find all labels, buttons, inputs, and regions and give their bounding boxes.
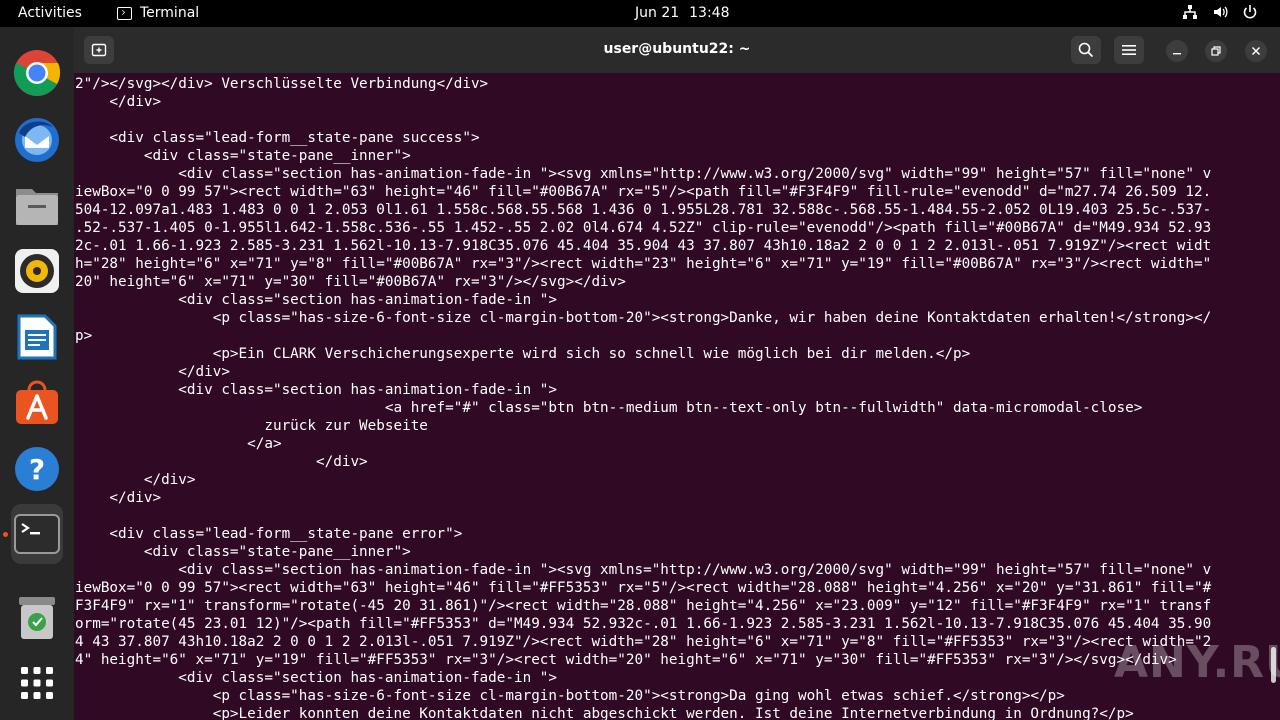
terminal-line: </div> xyxy=(75,472,196,488)
minimize-button[interactable] xyxy=(1166,40,1188,62)
terminal-line: 2c-.01 1.66-1.923 2.585-3.231 1.562l-10.… xyxy=(75,238,1212,254)
terminal-line: <div class="section has-animation-fade-i… xyxy=(75,670,558,686)
terminal-line: <div class="lead-form__state-pane succes… xyxy=(75,130,480,146)
terminal-line: <div class="state-pane__inner"> xyxy=(75,148,411,164)
dock-terminal[interactable] xyxy=(11,504,63,564)
terminal-line: zurück zur Webseite xyxy=(75,418,428,434)
terminal-line: <div class="section has-animation-fade-i… xyxy=(75,382,558,398)
app-name: Terminal xyxy=(140,5,200,21)
terminal-line: iewBox="0 0 99 57"><rect width="63" heig… xyxy=(75,184,1212,200)
rhythmbox-icon xyxy=(15,249,59,293)
close-icon xyxy=(1251,46,1261,56)
chrome-icon xyxy=(13,50,61,96)
terminal-text: 2"/></svg></div> Verschlüsselte Verbindu… xyxy=(75,75,1269,720)
terminal-line: p> xyxy=(75,328,93,344)
activities-button[interactable]: Activities xyxy=(18,5,82,21)
files-icon xyxy=(16,189,58,225)
terminal-line: 20" height="6" x="71" y="30" fill="#00B6… xyxy=(75,274,626,290)
terminal-line: <p class="has-size-6-font-size cl-margin… xyxy=(75,310,1212,326)
terminal-line: </div> xyxy=(75,364,230,380)
dock-files[interactable] xyxy=(11,179,63,231)
terminal-app-icon xyxy=(117,6,132,20)
hamburger-icon xyxy=(1122,45,1136,55)
terminal-line: <div class="lead-form__state-pane error"… xyxy=(75,526,463,542)
terminal-line: <div class="state-pane__inner"> xyxy=(75,544,411,560)
dock-chrome[interactable] xyxy=(11,47,63,99)
dock-writer[interactable] xyxy=(11,311,63,363)
title-bar[interactable]: user@ubuntu22: ~ xyxy=(74,27,1280,73)
terminal-line: iewBox="0 0 99 57"><rect width="63" heig… xyxy=(75,580,1212,596)
terminal-line: <p>Leider konnten deine Kontaktdaten nic… xyxy=(75,706,1134,720)
dock-thunderbird[interactable] xyxy=(11,113,63,165)
system-tray[interactable] xyxy=(1182,4,1258,20)
show-apps-icon xyxy=(21,667,53,699)
dock-show-apps[interactable] xyxy=(11,657,63,709)
terminal-line: <div class="section has-animation-fade-i… xyxy=(75,292,558,308)
terminal-line: <div class="section has-animation-fade-i… xyxy=(75,562,1212,578)
terminal-line: </div> xyxy=(75,490,162,506)
clock[interactable]: Jun 21 13:48 xyxy=(635,5,730,21)
maximize-button[interactable] xyxy=(1205,40,1227,62)
app-menu[interactable]: Terminal xyxy=(117,5,199,21)
terminal-line: 4" height="6" x="71" y="19" fill="#FF535… xyxy=(75,652,1177,668)
writer-icon xyxy=(17,314,57,360)
terminal-icon xyxy=(14,514,60,554)
terminal-line: </div> xyxy=(75,94,162,110)
terminal-line: <div class="section has-animation-fade-i… xyxy=(75,166,1212,182)
running-indicator xyxy=(3,532,8,537)
terminal-line: <a href="#" class="btn btn--medium btn--… xyxy=(75,400,1143,416)
terminal-line: <p>Ein CLARK Verschicherungsexperte wird… xyxy=(75,346,971,362)
dock-help[interactable]: ? xyxy=(11,443,63,495)
terminal-output[interactable]: 2"/></svg></div> Verschlüsselte Verbindu… xyxy=(75,75,1269,720)
minimize-icon xyxy=(1173,53,1181,55)
menu-button[interactable] xyxy=(1114,36,1144,64)
terminal-line: .52-.537-1.405 0-1.955l1.642-1.558c.536-… xyxy=(75,220,1212,236)
terminal-line: </div> xyxy=(75,454,368,470)
clock-time: 13:48 xyxy=(689,5,730,21)
terminal-line: <p class="has-size-6-font-size cl-margin… xyxy=(75,688,1065,704)
dock: ? xyxy=(0,27,74,720)
terminal-line: h="28" height="6" x="71" y="8" fill="#00… xyxy=(75,256,1212,272)
terminal-line: F3F4F9" rx="1" transform="rotate(-45 20 … xyxy=(75,598,1212,614)
search-icon xyxy=(1078,42,1094,58)
network-icon xyxy=(1183,5,1197,19)
clock-date: Jun 21 xyxy=(635,5,680,21)
search-button[interactable] xyxy=(1071,36,1101,64)
close-button[interactable] xyxy=(1245,40,1267,62)
terminal-line: orm="rotate(45 23.01 12)"/><path fill="#… xyxy=(75,616,1212,632)
dock-app-center[interactable] xyxy=(11,377,63,429)
volume-icon xyxy=(1214,6,1228,18)
watermark: ANY.RUN xyxy=(1114,637,1280,688)
power-icon xyxy=(1243,5,1257,19)
app-center-icon xyxy=(16,380,58,424)
terminal-line: </a> xyxy=(75,436,282,452)
top-bar: Activities Terminal Jun 21 13:48 xyxy=(0,0,1280,27)
thunderbird-icon xyxy=(15,118,59,162)
terminal-line: 504-12.097a1.483 1.483 0 0 1 2.053 0l1.6… xyxy=(75,202,1212,218)
terminal-line: 4 43 37.807 43h10.18a2 2 0 0 1 2 2.013l-… xyxy=(75,634,1212,650)
svg-text:?: ? xyxy=(29,453,45,486)
restore-icon xyxy=(1211,46,1221,56)
trash-icon xyxy=(19,597,55,639)
help-icon: ? xyxy=(15,447,59,491)
terminal-line: 2"/></svg></div> Verschlüsselte Verbindu… xyxy=(75,76,489,92)
terminal-window: user@ubuntu22: ~ 2"/></svg></div> Versch… xyxy=(74,27,1280,720)
dock-rhythmbox[interactable] xyxy=(11,245,63,297)
dock-trash[interactable] xyxy=(11,592,63,644)
